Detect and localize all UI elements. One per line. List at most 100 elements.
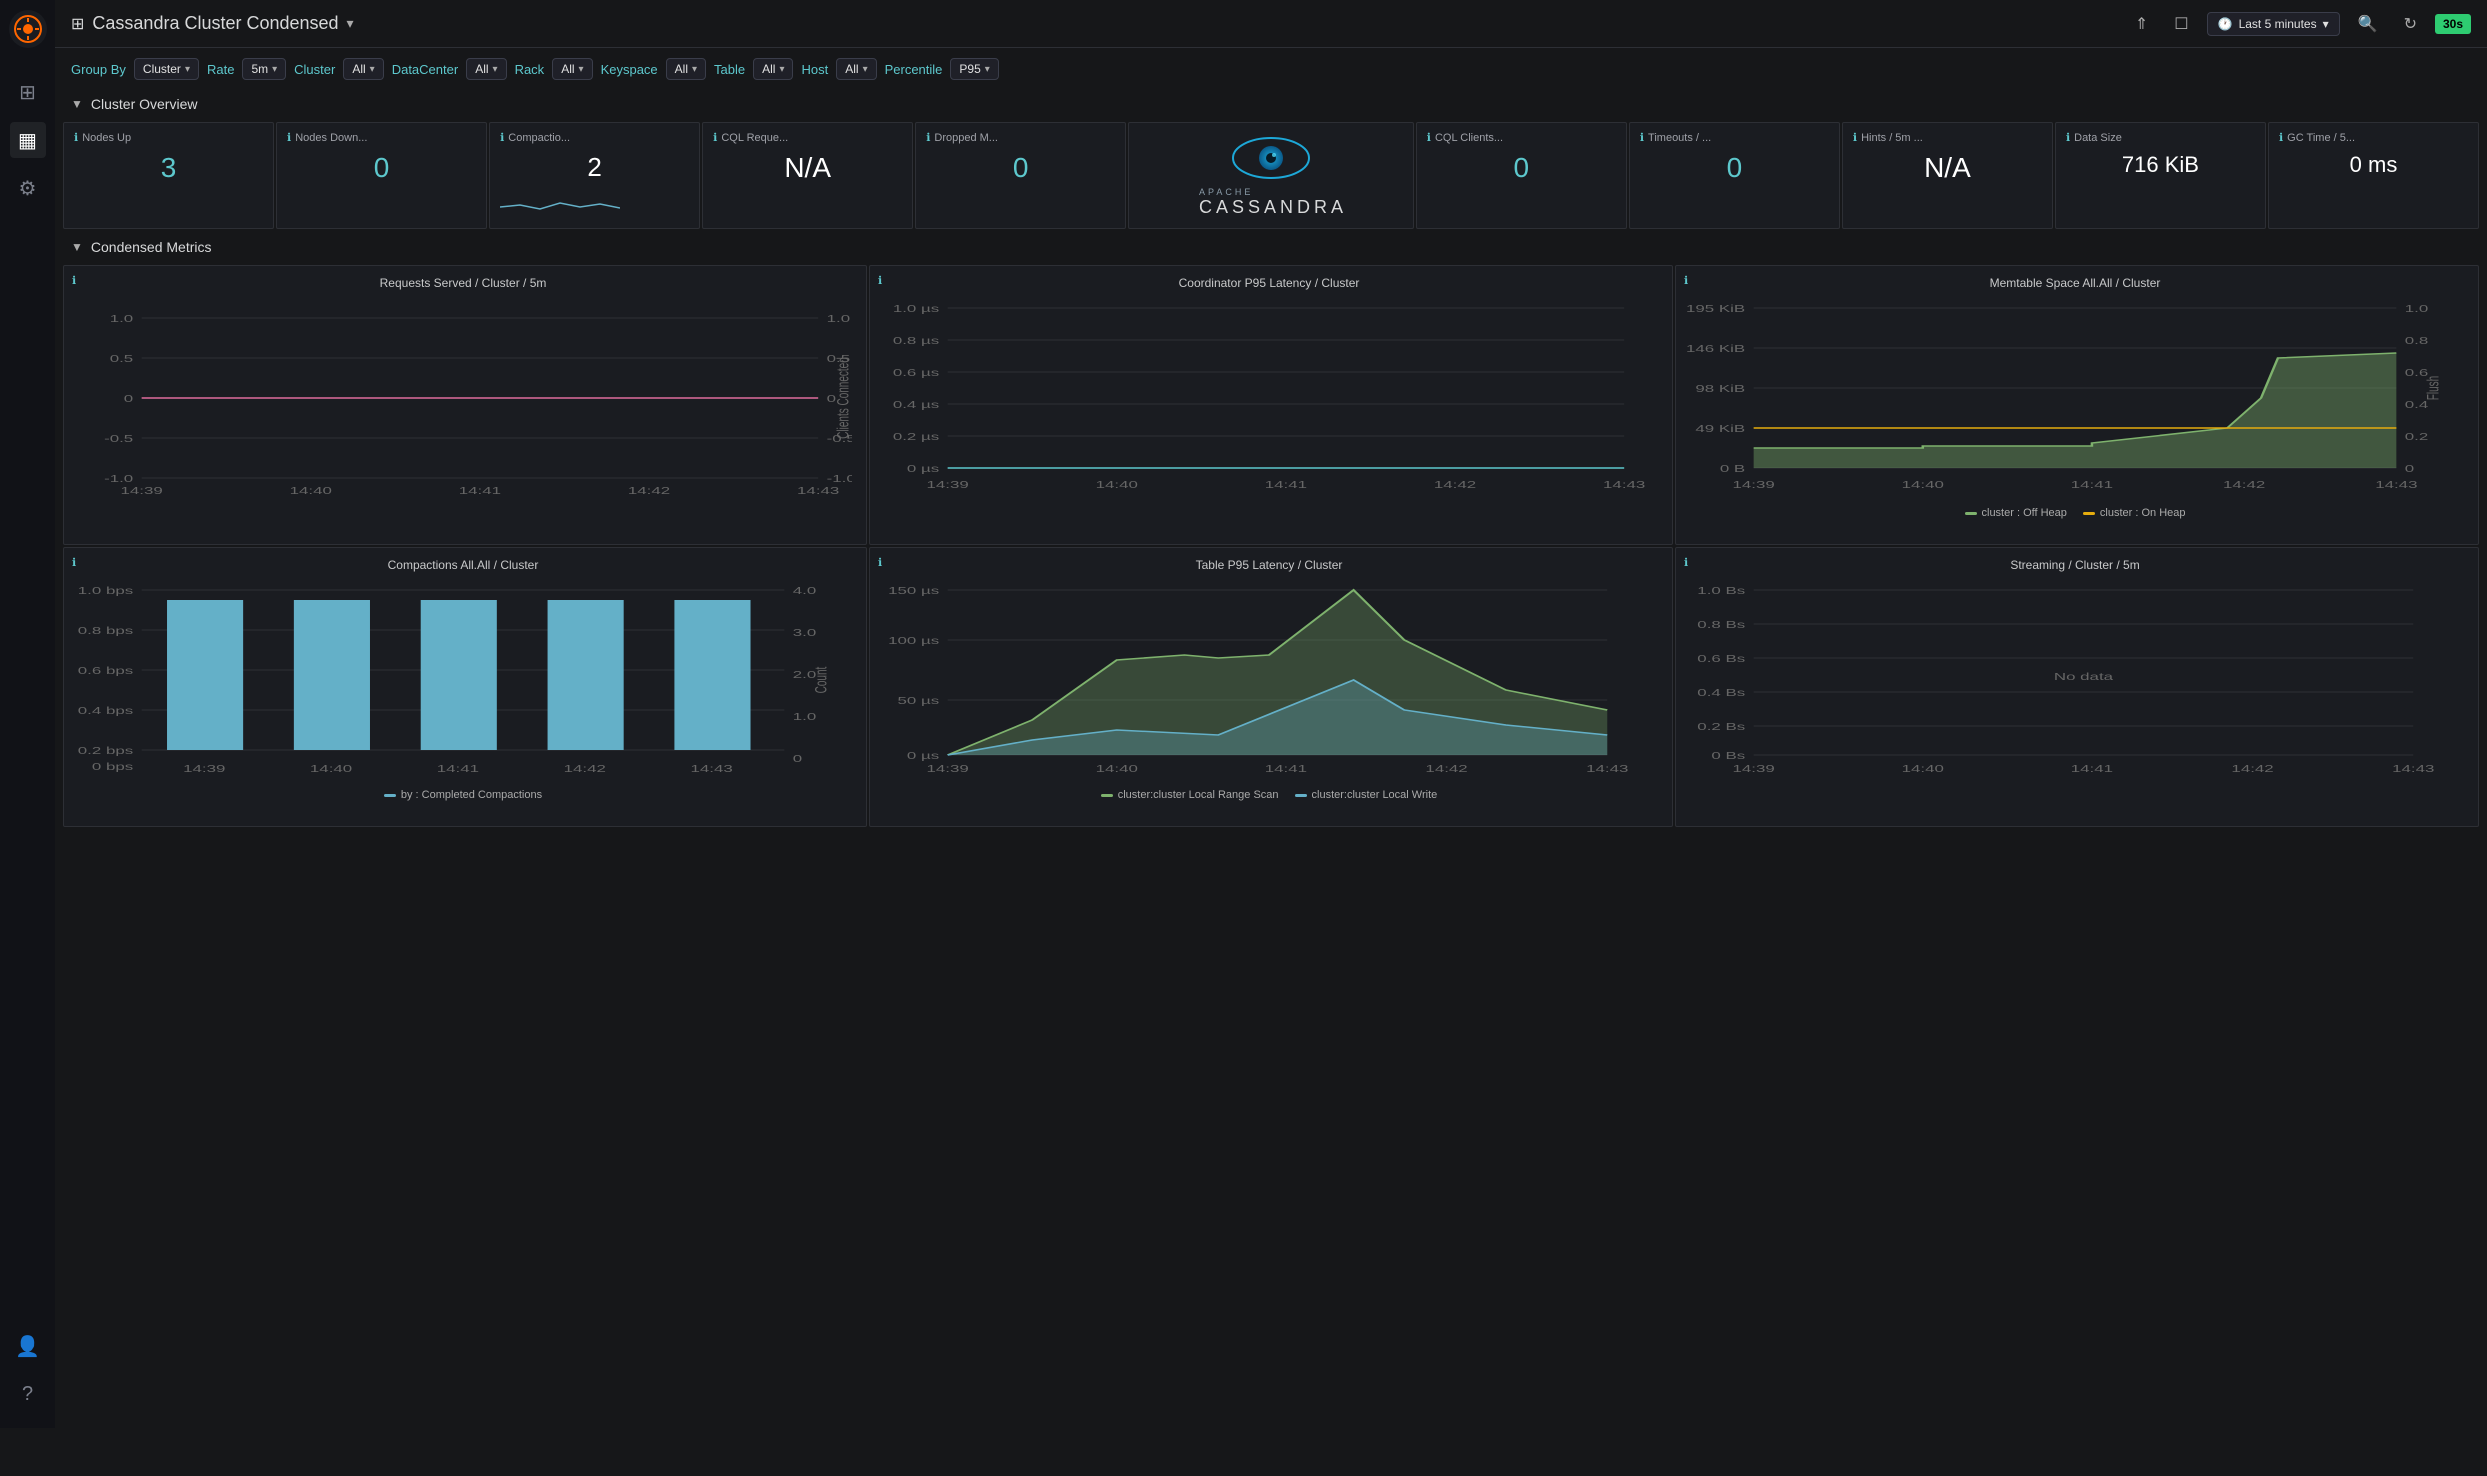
svg-text:14:42: 14:42: [1425, 763, 1468, 775]
chart-info-requests[interactable]: ℹ: [72, 274, 76, 287]
info-icon-nodes-down[interactable]: ℹ: [287, 131, 291, 144]
svg-text:1.0: 1.0: [110, 313, 134, 325]
info-icon-compactions[interactable]: ℹ: [500, 131, 504, 144]
chart-requests-served: ℹ Requests Served / Cluster / 5m 1.0 0.5…: [63, 265, 867, 545]
info-icon-timeouts[interactable]: ℹ: [1640, 131, 1644, 144]
svg-text:100 µs: 100 µs: [888, 635, 939, 647]
sidebar-user-icon[interactable]: 👤: [10, 1328, 46, 1364]
filter-percentile-arrow: ▾: [985, 64, 990, 75]
stat-gc-time-label: GC Time / 5...: [2287, 132, 2355, 144]
svg-text:14:41: 14:41: [2071, 479, 2114, 491]
refresh-button[interactable]: ↻: [2396, 10, 2425, 38]
stat-timeouts-value: 0: [1640, 152, 1829, 184]
legend-local-write: cluster:cluster Local Write: [1295, 789, 1438, 801]
svg-text:14:41: 14:41: [437, 763, 480, 775]
stat-dropped-msg-label: Dropped M...: [934, 132, 998, 144]
svg-text:14:39: 14:39: [927, 479, 970, 491]
svg-text:-1.0: -1.0: [104, 473, 133, 485]
filter-host-select[interactable]: All ▾: [836, 58, 876, 80]
filter-groupby-select[interactable]: Cluster ▾: [134, 58, 199, 80]
filter-rate-select[interactable]: 5m ▾: [242, 58, 286, 80]
dashboard-dropdown-arrow[interactable]: ▾: [347, 15, 354, 32]
stat-nodes-up-label: Nodes Up: [82, 132, 131, 144]
filter-percentile-select[interactable]: P95 ▾: [950, 58, 998, 80]
info-icon-dropped-msg[interactable]: ℹ: [926, 131, 930, 144]
filter-rack-label: Rack: [515, 62, 545, 77]
filter-cluster-select[interactable]: All ▾: [343, 58, 383, 80]
svg-text:14:39: 14:39: [121, 485, 164, 497]
stat-compactions-label: Compactio...: [508, 132, 570, 144]
refresh-badge[interactable]: 30s: [2435, 14, 2471, 34]
time-selector[interactable]: 🕐 Last 5 minutes ▾: [2207, 12, 2340, 36]
svg-text:1.0 bps: 1.0 bps: [78, 585, 133, 597]
info-icon-nodes-up[interactable]: ℹ: [74, 131, 78, 144]
svg-text:14:42: 14:42: [564, 763, 607, 775]
filter-host-label: Host: [801, 62, 828, 77]
svg-text:1.0: 1.0: [827, 313, 851, 325]
info-icon-gc-time[interactable]: ℹ: [2279, 131, 2283, 144]
stat-nodes-down-label: Nodes Down...: [295, 132, 367, 144]
svg-text:0.2 µs: 0.2 µs: [893, 431, 939, 443]
streaming-svg: 1.0 Bs 0.8 Bs 0.6 Bs 0.4 Bs 0.2 Bs 0 Bs …: [1686, 580, 2464, 780]
chart-compactions: ℹ Compactions All.All / Cluster 1.0 bps …: [63, 547, 867, 827]
chart-info-compactions[interactable]: ℹ: [72, 556, 76, 569]
svg-text:0.2 Bs: 0.2 Bs: [1697, 721, 1745, 733]
filter-rack-select[interactable]: All ▾: [552, 58, 592, 80]
legend-compactions-dot: [384, 794, 396, 797]
stat-timeouts: ℹ Timeouts / ... 0: [1629, 122, 1840, 229]
chart-info-streaming[interactable]: ℹ: [1684, 556, 1688, 569]
filter-rack-arrow: ▾: [579, 64, 584, 75]
filter-datacenter-value: All: [475, 62, 488, 76]
svg-text:14:40: 14:40: [310, 763, 353, 775]
svg-text:0.8 Bs: 0.8 Bs: [1697, 619, 1745, 631]
svg-text:0.4 bps: 0.4 bps: [78, 705, 133, 717]
svg-text:0.5: 0.5: [110, 353, 134, 365]
svg-text:0.6 µs: 0.6 µs: [893, 367, 939, 379]
stat-dropped-messages: ℹ Dropped M... 0: [915, 122, 1126, 229]
svg-text:14:39: 14:39: [927, 763, 970, 775]
condensed-metrics-chevron[interactable]: ▼: [71, 240, 83, 254]
filter-keyspace-select[interactable]: All ▾: [666, 58, 706, 80]
share-button[interactable]: ⇑: [2127, 10, 2156, 38]
sidebar-dashboard-icon[interactable]: ▦: [10, 122, 46, 158]
legend-compactions: by : Completed Compactions: [384, 789, 542, 801]
info-icon-hints[interactable]: ℹ: [1853, 131, 1857, 144]
svg-text:14:43: 14:43: [1603, 479, 1646, 491]
legend-on-heap-dot: [2083, 512, 2095, 515]
filter-datacenter-arrow: ▾: [493, 64, 498, 75]
compactions-legend: by : Completed Compactions: [74, 789, 852, 801]
sidebar-settings-icon[interactable]: ⚙: [10, 170, 46, 206]
chart-info-coordinator[interactable]: ℹ: [878, 274, 882, 287]
clock-icon: 🕐: [2218, 17, 2233, 31]
info-icon-data-size[interactable]: ℹ: [2066, 131, 2070, 144]
sidebar: ⊞ ▦ ⚙ 👤 ?: [0, 0, 55, 1428]
stat-nodes-up-value: 3: [74, 152, 263, 184]
info-icon-cql-clients[interactable]: ℹ: [1427, 131, 1431, 144]
cluster-overview-chevron[interactable]: ▼: [71, 97, 83, 111]
svg-text:Flush: Flush: [2423, 376, 2442, 400]
svg-text:0 µs: 0 µs: [907, 750, 939, 762]
filter-table-select[interactable]: All ▾: [753, 58, 793, 80]
cassandra-eye-svg: [1231, 133, 1311, 183]
svg-text:3.0: 3.0: [793, 627, 817, 639]
tv-mode-button[interactable]: ☐: [2166, 10, 2196, 38]
legend-off-heap-label: cluster : Off Heap: [1982, 507, 2067, 519]
sidebar-help-icon[interactable]: ?: [10, 1376, 46, 1412]
search-button[interactable]: 🔍: [2350, 10, 2386, 38]
info-icon-cql-requests[interactable]: ℹ: [713, 131, 717, 144]
stat-hints: ℹ Hints / 5m ... N/A: [1842, 122, 2053, 229]
stat-cql-clients: ℹ CQL Clients... 0: [1416, 122, 1627, 229]
legend-local-range-scan: cluster:cluster Local Range Scan: [1101, 789, 1279, 801]
filter-datacenter-select[interactable]: All ▾: [466, 58, 506, 80]
svg-text:50 µs: 50 µs: [898, 695, 940, 707]
filter-rack-value: All: [561, 62, 574, 76]
filter-cluster-arrow: ▾: [370, 64, 375, 75]
filter-groupby-value: Cluster: [143, 62, 181, 76]
cassandra-label: CASSANDRA: [1199, 197, 1347, 218]
chart-info-table-latency[interactable]: ℹ: [878, 556, 882, 569]
chart-info-memtable[interactable]: ℹ: [1684, 274, 1688, 287]
charts-grid: ℹ Requests Served / Cluster / 5m 1.0 0.5…: [55, 261, 2487, 831]
sidebar-home-icon[interactable]: ⊞: [10, 74, 46, 110]
filter-keyspace-label: Keyspace: [601, 62, 658, 77]
grafana-logo[interactable]: [9, 10, 47, 48]
